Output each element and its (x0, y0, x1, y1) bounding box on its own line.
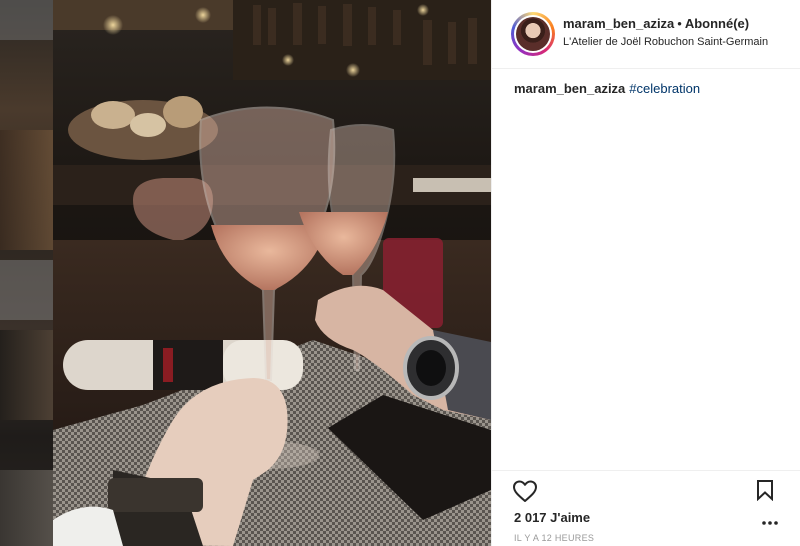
user-line: maram_ben_aziza • Abonné(e) (563, 16, 749, 31)
hashtag-link[interactable]: #celebration (629, 81, 700, 96)
avatar-image (516, 17, 550, 51)
save-button[interactable] (756, 479, 774, 502)
post-caption: maram_ben_aziza #celebration (514, 81, 700, 96)
post-photo-image (53, 0, 491, 546)
post-photo[interactable] (53, 0, 491, 546)
location-link[interactable]: L'Atelier de Joël Robuchon Saint-Germain (563, 36, 768, 48)
likes-count[interactable]: 2 017 J'aime (514, 510, 590, 525)
like-button[interactable] (512, 479, 538, 503)
background-feed-strip (0, 0, 53, 546)
ellipsis-icon (762, 521, 778, 525)
avatar-image-frame (514, 15, 552, 53)
post-username-link[interactable]: maram_ben_aziza (563, 16, 674, 31)
post-header: maram_ben_aziza • Abonné(e) L'Atelier de J… (492, 0, 800, 69)
avatar[interactable] (511, 12, 555, 56)
separator-dot: • (677, 16, 682, 31)
bookmark-outline-icon (757, 480, 773, 502)
caption-username-link[interactable]: maram_ben_aziza (514, 81, 625, 96)
post-timestamp[interactable]: IL Y A 12 HEURES (514, 533, 594, 543)
action-bar (492, 470, 800, 511)
post-details-panel: maram_ben_aziza • Abonné(e) L'Atelier de J… (491, 0, 800, 546)
more-options-button[interactable] (762, 514, 778, 525)
heart-outline-icon (513, 480, 537, 502)
follow-status[interactable]: Abonné(e) (685, 16, 749, 31)
